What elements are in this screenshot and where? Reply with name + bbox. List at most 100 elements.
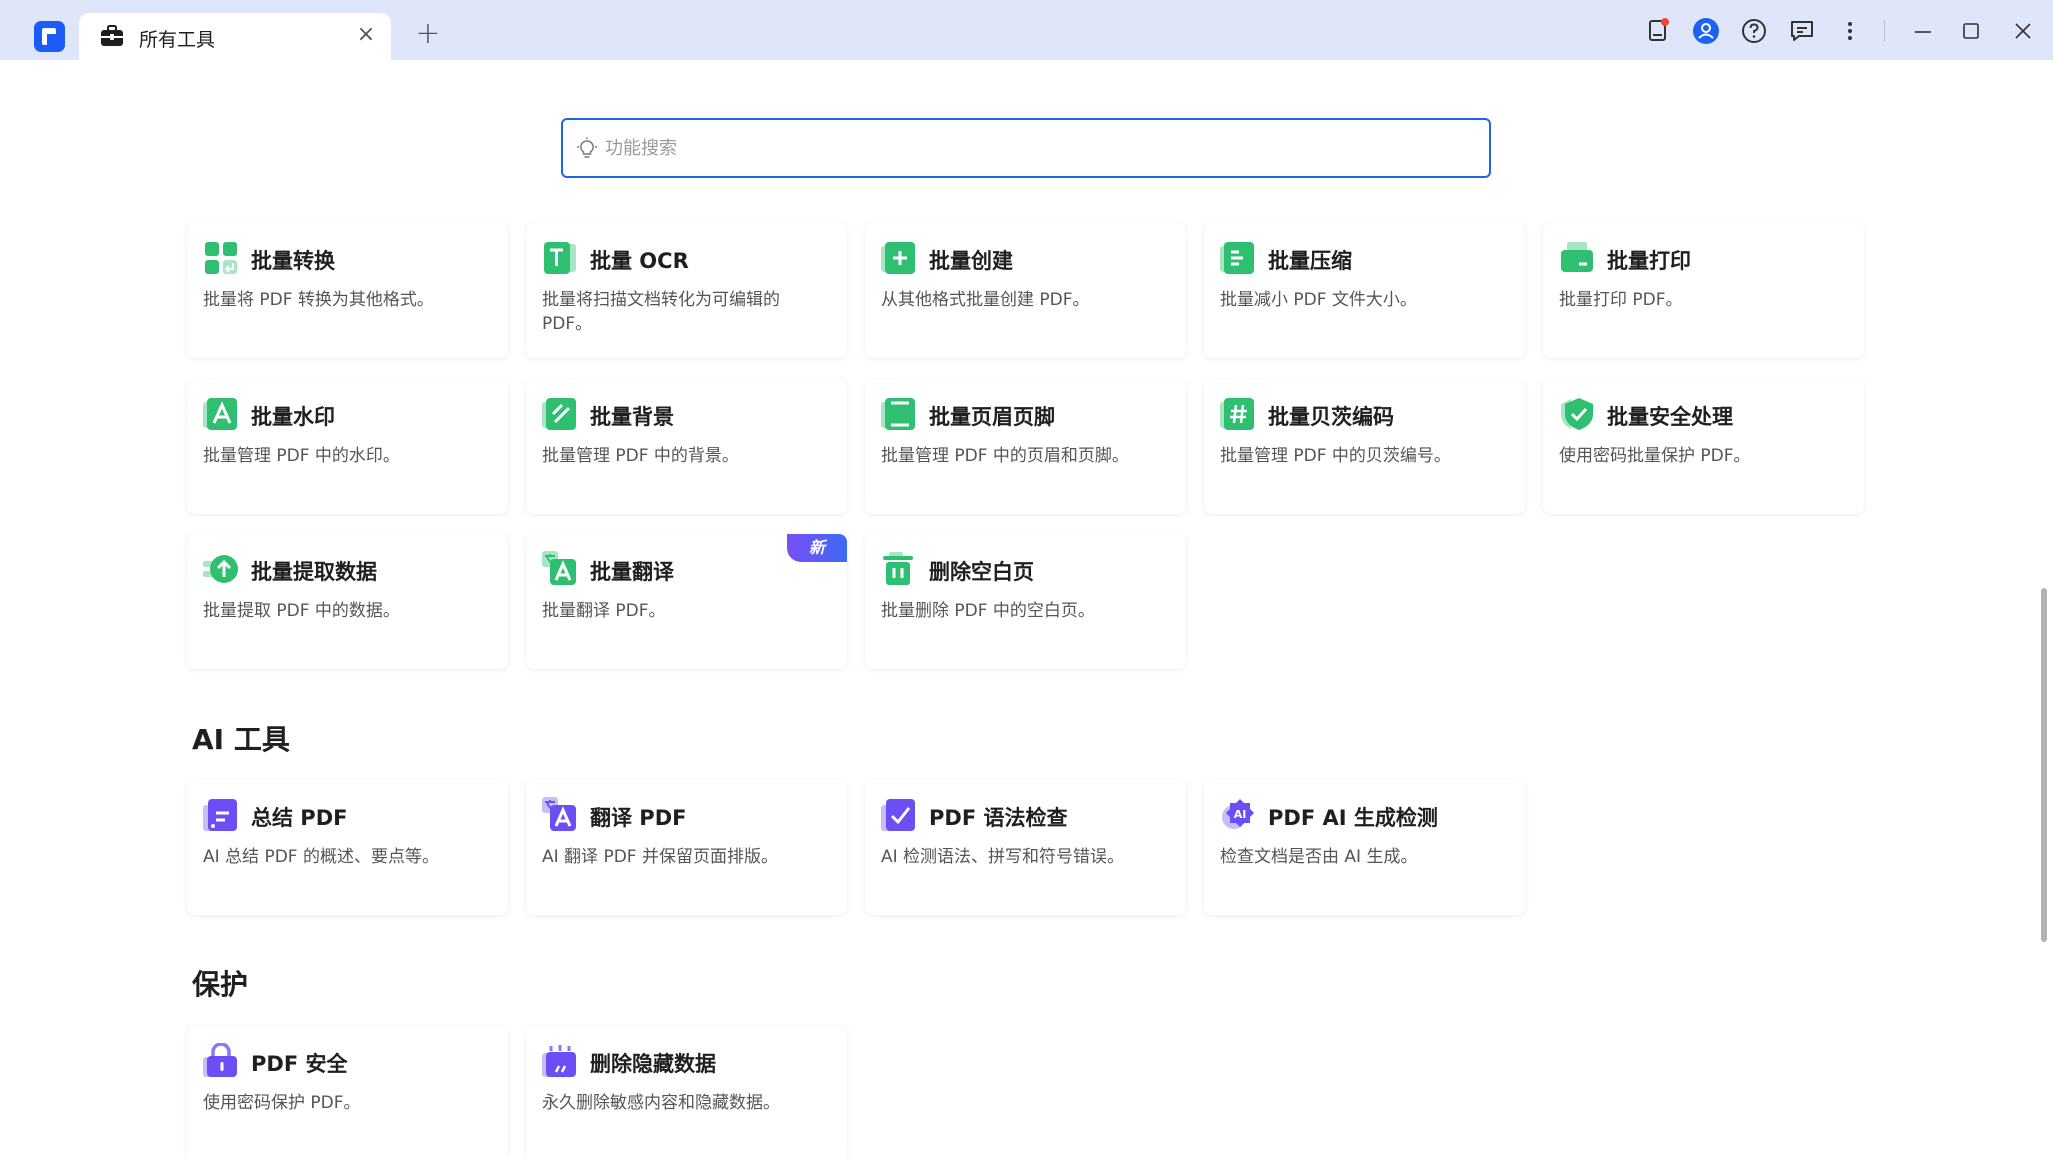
- close-window-icon[interactable]: [2009, 17, 2037, 45]
- minimize-icon[interactable]: [1909, 17, 1937, 45]
- grammar-icon: [881, 799, 915, 831]
- batch-extract-icon: [203, 555, 238, 583]
- lightbulb-icon: [577, 137, 597, 158]
- tool-card-title: 总结 PDF: [251, 806, 348, 830]
- title-bar: 所有工具 × +: [0, 0, 2053, 60]
- tool-card-title: 批量背景: [590, 405, 674, 429]
- ai-detect-icon: AI: [1222, 799, 1254, 829]
- tool-card-description: 批量打印 PDF。: [1559, 290, 1683, 310]
- app-logo-icon[interactable]: [34, 21, 65, 52]
- tool-card-description: 批量翻译 PDF。: [542, 601, 666, 621]
- batch-header-footer-icon: [881, 398, 915, 430]
- tool-card-title: 批量翻译: [590, 560, 674, 584]
- batch-bates-icon: [1220, 398, 1254, 430]
- tool-card-title: 批量页眉页脚: [929, 405, 1055, 429]
- batch-convert-icon: [205, 242, 237, 274]
- batch-compress-icon: [1220, 242, 1254, 274]
- batch-ocr-icon: [544, 242, 576, 274]
- toolbar-divider: [1884, 20, 1885, 42]
- tool-card-description: 批量管理 PDF 中的贝茨编号。: [1220, 446, 1451, 466]
- tool-card-description: 批量管理 PDF 中的水印。: [203, 446, 400, 466]
- lock-icon: [203, 1043, 237, 1077]
- tool-card-batch-background[interactable]: 批量背景 批量管理 PDF 中的背景。: [526, 379, 847, 514]
- tool-card-title: 批量水印: [251, 405, 335, 429]
- tool-card-title: 批量转换: [251, 249, 335, 273]
- tool-card-title: 翻译 PDF: [590, 806, 687, 830]
- maximize-icon[interactable]: [1957, 17, 1985, 45]
- section-title-protect: 保护: [192, 968, 249, 1001]
- tool-card-description: 批量删除 PDF 中的空白页。: [881, 601, 1095, 621]
- batch-print-icon: [1561, 242, 1593, 272]
- tool-card-description: 批量管理 PDF 中的背景。: [542, 446, 739, 466]
- tool-card-title: 批量压缩: [1268, 249, 1352, 273]
- tool-card-batch-convert[interactable]: 批量转换 批量将 PDF 转换为其他格式。: [187, 223, 508, 358]
- tool-card-description: AI 总结 PDF 的概述、要点等。: [203, 847, 439, 867]
- tool-card-description: 批量将 PDF 转换为其他格式。: [203, 290, 434, 310]
- tool-card-description: 使用密码批量保护 PDF。: [1559, 446, 1751, 466]
- tool-card-description: 批量管理 PDF 中的页眉和页脚。: [881, 446, 1129, 466]
- tool-card-description: 检查文档是否由 AI 生成。: [1220, 847, 1418, 867]
- tool-card-title: 批量提取数据: [251, 560, 377, 584]
- tool-card-description: 批量将扫描文档转化为可编辑的 PDF。: [542, 290, 780, 334]
- tool-card-title: 批量打印: [1607, 249, 1691, 273]
- tool-card-batch-create[interactable]: 批量创建 从其他格式批量创建 PDF。: [865, 223, 1186, 358]
- batch-create-icon: [881, 242, 915, 274]
- feedback-icon[interactable]: [1788, 17, 1816, 45]
- tool-card-title: 批量 OCR: [590, 249, 689, 273]
- tool-card-title: 删除隐藏数据: [590, 1052, 716, 1076]
- tool-card-title: 删除空白页: [929, 560, 1034, 584]
- help-icon[interactable]: [1740, 17, 1768, 45]
- tool-card-pdf-security[interactable]: PDF 安全 使用密码保护 PDF。: [187, 1026, 508, 1158]
- tool-card-summarize[interactable]: 总结 PDF AI 总结 PDF 的概述、要点等。: [187, 780, 508, 915]
- tool-card-translate[interactable]: 翻译 PDF AI 翻译 PDF 并保留页面排版。: [526, 780, 847, 915]
- tool-card-description: 永久删除敏感内容和隐藏数据。: [542, 1093, 780, 1113]
- tab-title: 所有工具: [139, 29, 216, 51]
- tool-card-grammar[interactable]: PDF 语法检查 AI 检测语法、拼写和符号错误。: [865, 780, 1186, 915]
- tool-card-batch-security[interactable]: 批量安全处理 使用密码批量保护 PDF。: [1543, 379, 1864, 514]
- tool-card-batch-translate[interactable]: 批量翻译 批量翻译 PDF。 新: [526, 534, 847, 669]
- remove-hidden-data-icon: [542, 1045, 576, 1077]
- tool-card-title: PDF 安全: [251, 1052, 348, 1076]
- tool-card-batch-ocr[interactable]: 批量 OCR 批量将扫描文档转化为可编辑的 PDF。: [526, 223, 847, 358]
- tool-card-batch-watermark[interactable]: 批量水印 批量管理 PDF 中的水印。: [187, 379, 508, 514]
- tool-card-batch-header-footer[interactable]: 批量页眉页脚 批量管理 PDF 中的页眉和页脚。: [865, 379, 1186, 514]
- add-tab-button[interactable]: +: [413, 19, 443, 50]
- tool-card-batch-compress[interactable]: 批量压缩 批量减小 PDF 文件大小。: [1204, 223, 1525, 358]
- notification-book-icon[interactable]: [1644, 17, 1672, 45]
- delete-blank-icon: [883, 552, 913, 585]
- tool-card-title: 批量安全处理: [1607, 405, 1733, 429]
- tool-card-description: 批量减小 PDF 文件大小。: [1220, 290, 1417, 310]
- search-box[interactable]: [561, 118, 1491, 178]
- batch-background-icon: [542, 398, 576, 430]
- tool-card-batch-print[interactable]: 批量打印 批量打印 PDF。: [1543, 223, 1864, 358]
- svg-text:AI: AI: [1234, 808, 1247, 821]
- batch-translate-icon: [542, 551, 576, 585]
- batch-watermark-icon: [203, 398, 237, 430]
- scrollbar-thumb[interactable]: [2041, 588, 2047, 942]
- translate-icon: [542, 797, 576, 831]
- batch-security-icon: [1561, 398, 1593, 430]
- close-tab-icon[interactable]: ×: [353, 22, 379, 48]
- section-title-ai-tools: AI 工具: [192, 723, 290, 756]
- tool-card-batch-bates[interactable]: 批量贝茨编码 批量管理 PDF 中的贝茨编号。: [1204, 379, 1525, 514]
- tool-card-description: 从其他格式批量创建 PDF。: [881, 290, 1090, 310]
- tool-card-delete-blank[interactable]: 删除空白页 批量删除 PDF 中的空白页。: [865, 534, 1186, 669]
- tool-card-ai-detect[interactable]: AI PDF AI 生成检测 检查文档是否由 AI 生成。: [1204, 780, 1525, 915]
- tool-card-description: 使用密码保护 PDF。: [203, 1093, 361, 1113]
- tool-card-title: PDF AI 生成检测: [1268, 806, 1438, 830]
- tool-card-remove-hidden-data[interactable]: 删除隐藏数据 永久删除敏感内容和隐藏数据。: [526, 1026, 847, 1158]
- tool-card-description: 批量提取 PDF 中的数据。: [203, 601, 400, 621]
- toolbox-icon: [101, 25, 123, 46]
- user-avatar-icon[interactable]: [1692, 17, 1720, 45]
- tool-card-title: PDF 语法检查: [929, 806, 1068, 830]
- new-badge: 新: [787, 534, 847, 562]
- search-input[interactable]: [605, 132, 1465, 164]
- tool-card-batch-extract[interactable]: 批量提取数据 批量提取 PDF 中的数据。: [187, 534, 508, 669]
- tool-card-title: 批量创建: [929, 249, 1013, 273]
- summarize-icon: [203, 799, 237, 831]
- tool-card-description: AI 检测语法、拼写和符号错误。: [881, 847, 1125, 867]
- more-menu-icon[interactable]: [1836, 17, 1864, 45]
- tool-card-title: 批量贝茨编码: [1268, 405, 1394, 429]
- tab-all-tools[interactable]: 所有工具 ×: [79, 13, 391, 60]
- tool-card-description: AI 翻译 PDF 并保留页面排版。: [542, 847, 778, 867]
